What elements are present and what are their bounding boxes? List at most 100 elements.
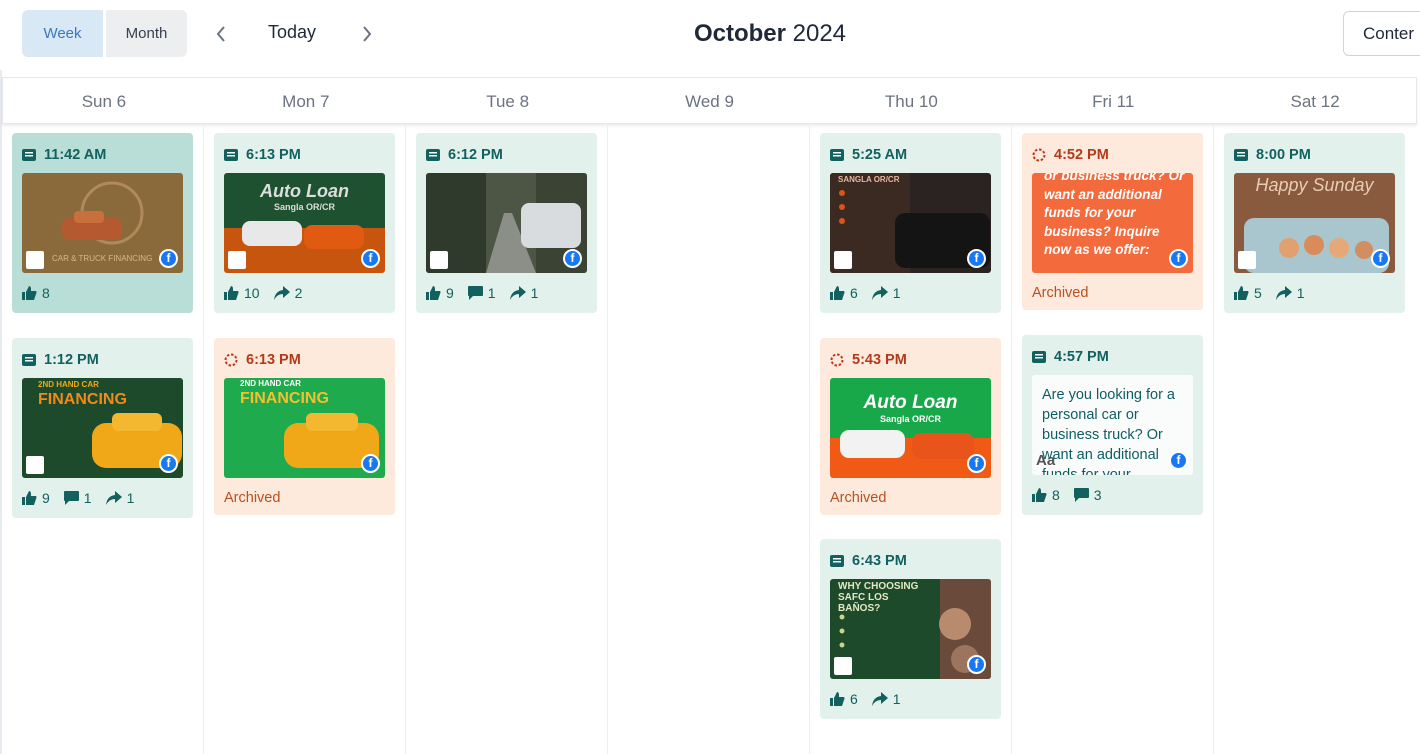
post-stats: 8 [22, 285, 64, 301]
image-icon [26, 251, 44, 269]
post-time-text: 6:13 PM [246, 352, 301, 368]
post-thumbnail[interactable]: SANGLA OR/CR f [830, 173, 991, 273]
facebook-icon: f [361, 249, 380, 268]
share-icon [871, 692, 888, 706]
svg-text:FINANCING: FINANCING [240, 390, 329, 407]
post-time-text: 5:25 AM [852, 147, 908, 163]
post-card[interactable]: 8:00 PM Happy Sunday f 5 1 [1224, 133, 1405, 313]
post-thumbnail[interactable]: Happy Sunday f [1234, 173, 1395, 273]
post-card[interactable]: 4:57 PM Are you looking for a personal c… [1022, 335, 1203, 515]
post-stats: 6 1 [830, 691, 915, 707]
post-thumbnail[interactable]: f [426, 173, 587, 273]
post-card[interactable]: 11:42 AM CAR & TRUCK FINANCING f 8 [12, 133, 193, 313]
share-icon [871, 286, 888, 300]
like-icon [1234, 286, 1249, 300]
shares-count: 1 [1296, 285, 1305, 301]
svg-text:2ND HAND CAR: 2ND HAND CAR [38, 380, 99, 389]
shares-count: 1 [126, 490, 135, 506]
column-divider [405, 124, 406, 754]
like-icon [426, 286, 441, 300]
shares-stat: 1 [105, 490, 135, 506]
day-header-thu: Thu 10 [884, 92, 938, 111]
day-header-sat: Sat 12 [1290, 92, 1340, 111]
post-card[interactable]: 6:13 PM Auto Loan Sangla OR/CR f 10 2 [214, 133, 395, 313]
shares-stat: 2 [273, 285, 303, 301]
share-icon [1275, 286, 1292, 300]
post-thumbnail[interactable]: or business truck? Or want an additional… [1032, 173, 1193, 273]
post-card[interactable]: 1:12 PM 2ND HAND CAR FINANCING f 9 1 1 [12, 338, 193, 518]
post-thumbnail[interactable]: WHY CHOOSING SAFC LOS BAÑOS? f [830, 579, 991, 679]
post-thumbnail[interactable]: 2ND HAND CAR FINANCING f [224, 378, 385, 478]
likes-stat: 8 [22, 285, 50, 301]
comments-count: 1 [487, 285, 496, 301]
post-time: 4:57 PM [1032, 349, 1109, 365]
post-thumbnail[interactable]: Auto Loan Sangla OR/CR f [224, 173, 385, 273]
thumbnail-title: Auto Loan [260, 181, 349, 201]
like-icon [830, 692, 845, 706]
likes-stat: 9 [22, 490, 50, 506]
likes-count: 9 [42, 490, 50, 506]
thumbnail-title: SANGLA OR/CR [838, 175, 900, 184]
content-button[interactable]: Conter [1343, 11, 1420, 56]
post-time: 11:42 AM [22, 147, 106, 163]
post-card[interactable]: 6:43 PM WHY CHOOSING SAFC LOS BAÑOS? f 6… [820, 539, 1001, 719]
like-icon [22, 491, 37, 505]
comments-stat: 1 [63, 490, 92, 506]
post-stats: 9 1 1 [426, 285, 552, 301]
post-time: 5:43 PM [830, 352, 907, 368]
post-stats: 8 3 [1032, 487, 1116, 503]
post-thumbnail[interactable]: Auto Loan Sangla OR/CR f [830, 378, 991, 478]
shares-stat: 1 [871, 285, 901, 301]
post-thumbnail[interactable]: 2ND HAND CAR FINANCING f [22, 378, 183, 478]
thumbnail-title: WHY CHOOSING SAFC LOS BAÑOS? [838, 581, 919, 614]
share-icon [105, 491, 122, 505]
archived-status: Archived [224, 490, 281, 506]
post-time: 6:13 PM [224, 147, 301, 163]
image-icon [834, 657, 852, 675]
likes-stat: 10 [224, 285, 260, 301]
facebook-icon: f [1371, 249, 1390, 268]
facebook-icon: f [159, 454, 178, 473]
comments-count: 1 [83, 490, 92, 506]
archived-status: Archived [830, 490, 887, 506]
likes-stat: 8 [1032, 487, 1060, 503]
facebook-icon: f [967, 655, 986, 674]
post-time: 5:25 AM [830, 147, 907, 163]
like-icon [224, 286, 239, 300]
likes-count: 9 [446, 285, 454, 301]
post-stats: 6 1 [830, 285, 915, 301]
column-divider [203, 124, 204, 754]
post-text-preview[interactable]: Are you looking for a personal car or bu… [1032, 375, 1193, 475]
post-card[interactable]: 6:12 PM f 9 1 1 [416, 133, 597, 313]
post-time-text: 5:43 PM [852, 352, 907, 368]
post-icon [830, 149, 844, 161]
post-card[interactable]: 5:43 PM Auto Loan Sangla OR/CR f Archived [820, 338, 1001, 515]
post-card[interactable]: 5:25 AM SANGLA OR/CR f 6 1 [820, 133, 1001, 313]
shares-count: 2 [294, 285, 303, 301]
post-time-text: 6:13 PM [246, 147, 301, 163]
text-icon: Aa [1036, 452, 1056, 469]
comments-stat: 3 [1073, 487, 1102, 503]
post-stats: 9 1 1 [22, 490, 148, 506]
shares-stat: 1 [509, 285, 539, 301]
post-icon [22, 149, 36, 161]
facebook-icon: f [361, 454, 380, 473]
shares-count: 1 [530, 285, 539, 301]
post-card[interactable]: 4:52 PM or business truck? Or want an ad… [1022, 133, 1203, 310]
post-time-text: 4:52 PM [1054, 147, 1109, 163]
comment-icon [467, 286, 483, 300]
post-time: 4:52 PM [1032, 147, 1109, 163]
like-icon [22, 286, 37, 300]
facebook-icon: f [1169, 451, 1188, 470]
share-icon [273, 286, 290, 300]
post-card[interactable]: 6:13 PM 2ND HAND CAR FINANCING f Archived [214, 338, 395, 515]
comment-icon [63, 491, 79, 505]
likes-stat: 5 [1234, 285, 1262, 301]
thumbnail-title: Happy Sunday [1255, 175, 1374, 195]
likes-stat: 9 [426, 285, 454, 301]
post-time: 1:12 PM [22, 352, 99, 368]
post-time: 6:13 PM [224, 352, 301, 368]
shares-count: 1 [892, 285, 901, 301]
post-thumbnail[interactable]: CAR & TRUCK FINANCING f [22, 173, 183, 273]
likes-count: 6 [850, 285, 858, 301]
